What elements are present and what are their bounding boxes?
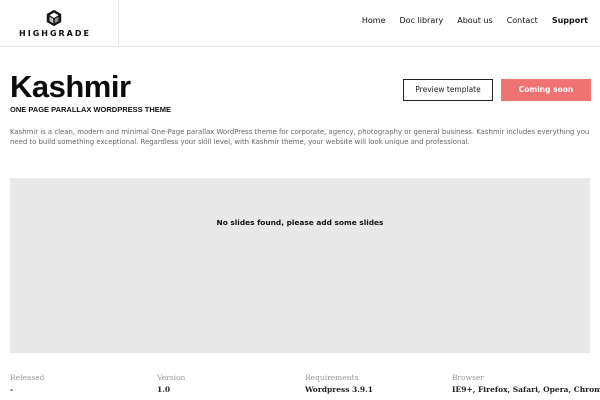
theme-description: Kashmir is a clean, modern and minimal O… xyxy=(10,128,590,146)
page-subtitle: ONE PAGE PARALLAX WORDPRESS THEME xyxy=(10,105,171,114)
nav-item-support[interactable]: Support xyxy=(552,16,588,25)
info-label: Requirements xyxy=(305,373,359,382)
main-nav: Home Doc library About us Contact Suppor… xyxy=(348,16,588,25)
geometric-shield-icon xyxy=(46,9,62,27)
site-header: HIGHGRADE Home Doc library About us Cont… xyxy=(0,0,600,47)
coming-soon-button[interactable]: Coming soon xyxy=(501,79,591,101)
info-value: Wordpress 3.9.1 xyxy=(305,385,373,394)
nav-item-contact[interactable]: Contact xyxy=(507,16,538,25)
nav-item-home[interactable]: Home xyxy=(362,16,386,25)
nav-item-about-us[interactable]: About us xyxy=(457,16,492,25)
info-label: Released xyxy=(10,373,45,382)
slider-area: No slides found, please add some slides xyxy=(10,178,590,353)
info-browser: Browser IE9+, Firefox, Safari, Opera, Ch… xyxy=(452,373,600,396)
info-label: Version xyxy=(157,373,186,382)
info-requirements: Requirements Wordpress 3.9.1 xyxy=(305,373,373,396)
preview-template-button[interactable]: Preview template xyxy=(403,79,493,101)
logo[interactable]: HIGHGRADE xyxy=(0,0,119,47)
info-released: Released - xyxy=(10,373,44,396)
info-value: IE9+, Firefox, Safari, Opera, Chrome xyxy=(452,385,600,394)
info-value: 1.0 xyxy=(157,385,171,394)
info-value: - xyxy=(10,385,14,394)
theme-info: Released - Version 1.0 Requirements Word… xyxy=(10,373,600,400)
info-version: Version 1.0 xyxy=(157,373,185,396)
empty-slider-message: No slides found, please add some slides xyxy=(216,218,384,227)
brand-name: HIGHGRADE xyxy=(19,29,91,38)
nav-item-doc-library[interactable]: Doc library xyxy=(400,16,444,25)
info-label: Browser xyxy=(452,373,484,382)
page-title: Kashmir xyxy=(10,69,131,104)
